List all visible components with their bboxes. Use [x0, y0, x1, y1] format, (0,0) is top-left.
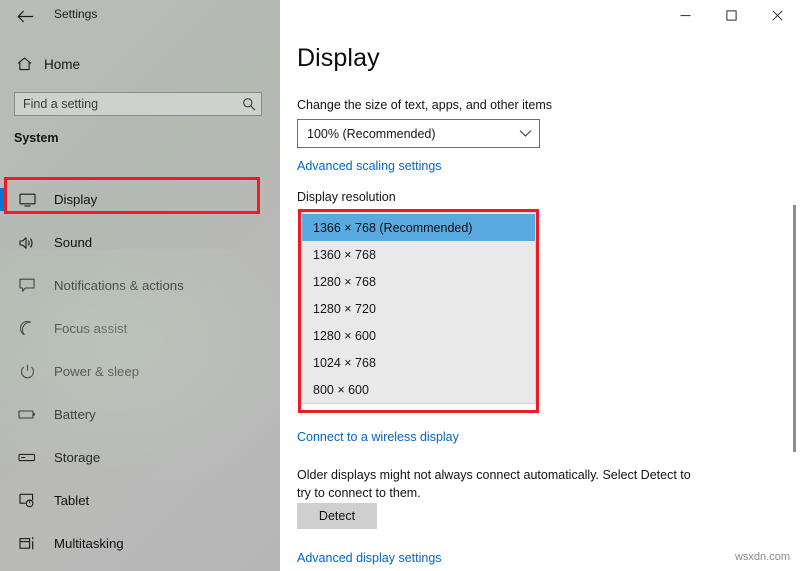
watermark: wsxdn.com: [735, 551, 790, 563]
window-controls: [662, 0, 800, 30]
sidebar-item-focus-assist[interactable]: Focus assist: [0, 307, 280, 350]
multitasking-icon: [14, 536, 40, 551]
wireless-display-link[interactable]: Connect to a wireless display: [297, 430, 459, 444]
main-content: Display Change the size of text, apps, a…: [280, 0, 800, 571]
moon-icon: [14, 321, 40, 336]
resolution-option[interactable]: 1280 × 720: [302, 295, 535, 322]
battery-icon: [14, 409, 40, 420]
sidebar-item-home[interactable]: Home: [0, 50, 280, 78]
sidebar-item-label: Multitasking: [54, 536, 124, 551]
detect-button[interactable]: Detect: [297, 503, 377, 529]
sidebar-section-header: System: [14, 131, 58, 145]
sidebar: Settings Home System: [0, 0, 280, 571]
scale-dropdown[interactable]: 100% (Recommended): [297, 119, 540, 148]
notification-icon: [14, 278, 40, 293]
sidebar-item-sound[interactable]: Sound: [0, 221, 280, 264]
resolution-label: Display resolution: [297, 190, 396, 204]
resolution-option[interactable]: 1280 × 600: [302, 322, 535, 349]
tablet-icon: [14, 493, 40, 508]
sidebar-item-label: Storage: [54, 450, 100, 465]
close-button[interactable]: [754, 0, 800, 30]
search-box[interactable]: [14, 92, 262, 116]
speaker-icon: [14, 236, 40, 250]
resolution-option[interactable]: 1024 × 768: [302, 349, 535, 376]
power-icon: [14, 364, 40, 379]
search-input[interactable]: [15, 93, 237, 115]
sidebar-item-notifications[interactable]: Notifications & actions: [0, 264, 280, 307]
content-scrollbar[interactable]: [791, 205, 798, 452]
advanced-display-link[interactable]: Advanced display settings: [297, 551, 442, 565]
minimize-button[interactable]: [662, 0, 708, 30]
monitor-icon: [14, 193, 40, 207]
settings-window: Settings Home System: [0, 0, 800, 571]
storage-icon: [14, 452, 40, 463]
search-icon[interactable]: [237, 93, 261, 115]
sidebar-item-storage[interactable]: Storage: [0, 436, 280, 479]
sidebar-item-label: Power & sleep: [54, 364, 139, 379]
sidebar-home-label: Home: [44, 57, 80, 72]
sidebar-item-label: Battery: [54, 407, 96, 422]
back-arrow-icon[interactable]: [12, 4, 38, 28]
scrollbar-thumb[interactable]: [793, 205, 796, 452]
page-title: Display: [297, 44, 380, 73]
sidebar-item-projecting[interactable]: Projecting to this PC: [0, 565, 280, 571]
sidebar-item-power-sleep[interactable]: Power & sleep: [0, 350, 280, 393]
sidebar-item-label: Tablet: [54, 493, 89, 508]
resolution-listbox[interactable]: 1366 × 768 (Recommended) 1360 × 768 1280…: [301, 212, 536, 404]
sidebar-item-label: Notifications & actions: [54, 278, 184, 293]
sidebar-item-tablet[interactable]: Tablet: [0, 479, 280, 522]
resolution-option[interactable]: 800 × 600: [302, 376, 535, 403]
home-icon: [14, 55, 34, 73]
sidebar-item-battery[interactable]: Battery: [0, 393, 280, 436]
sidebar-titlebar: Settings: [0, 0, 280, 32]
chevron-down-icon: [511, 129, 539, 138]
sidebar-item-label: Sound: [54, 235, 92, 250]
sidebar-item-label: Focus assist: [54, 321, 127, 336]
maximize-button[interactable]: [708, 0, 754, 30]
detect-description: Older displays might not always connect …: [297, 466, 697, 502]
sidebar-nav-list: Display Sound Notifica: [0, 178, 280, 571]
sidebar-item-label: Display: [54, 192, 97, 207]
resolution-option[interactable]: 1360 × 768: [302, 241, 535, 268]
scale-label: Change the size of text, apps, and other…: [297, 98, 552, 112]
sidebar-item-display[interactable]: Display: [0, 178, 280, 221]
app-title: Settings: [54, 7, 97, 21]
sidebar-item-multitasking[interactable]: Multitasking: [0, 522, 280, 565]
resolution-option[interactable]: 1280 × 768: [302, 268, 535, 295]
advanced-scaling-link[interactable]: Advanced scaling settings: [297, 159, 442, 173]
resolution-option[interactable]: 1366 × 768 (Recommended): [302, 214, 535, 241]
scale-value: 100% (Recommended): [307, 127, 511, 141]
